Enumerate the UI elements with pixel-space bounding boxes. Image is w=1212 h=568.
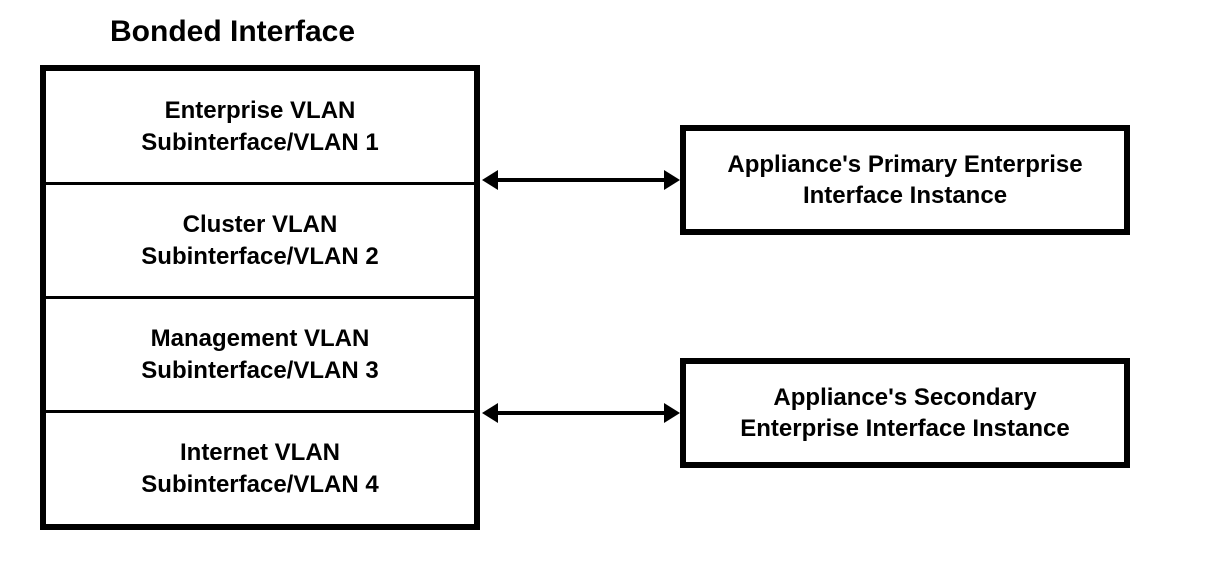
secondary-interface-box: Appliance's Secondary Enterprise Interfa… bbox=[680, 358, 1130, 468]
bonded-interface-container: Enterprise VLAN Subinterface/VLAN 1 Clus… bbox=[40, 65, 480, 530]
primary-line1: Appliance's Primary Enterprise bbox=[727, 149, 1082, 180]
primary-interface-box: Appliance's Primary Enterprise Interface… bbox=[680, 125, 1130, 235]
vlan-row-line1: Enterprise VLAN bbox=[165, 95, 356, 126]
secondary-line2: Enterprise Interface Instance bbox=[740, 413, 1069, 444]
diagram-title: Bonded Interface bbox=[110, 15, 355, 49]
arrow-secondary bbox=[496, 411, 666, 415]
vlan-row-line2: Subinterface/VLAN 1 bbox=[141, 127, 378, 158]
arrow-primary bbox=[496, 178, 666, 182]
vlan-row-internet: Internet VLAN Subinterface/VLAN 4 bbox=[46, 410, 474, 524]
vlan-row-line1: Management VLAN bbox=[151, 323, 370, 354]
vlan-row-management: Management VLAN Subinterface/VLAN 3 bbox=[46, 296, 474, 410]
vlan-row-line1: Internet VLAN bbox=[180, 437, 340, 468]
vlan-row-line2: Subinterface/VLAN 3 bbox=[141, 355, 378, 386]
secondary-line1: Appliance's Secondary bbox=[773, 382, 1036, 413]
vlan-row-line1: Cluster VLAN bbox=[183, 209, 338, 240]
vlan-row-cluster: Cluster VLAN Subinterface/VLAN 2 bbox=[46, 182, 474, 296]
vlan-row-enterprise: Enterprise VLAN Subinterface/VLAN 1 bbox=[46, 71, 474, 182]
primary-line2: Interface Instance bbox=[803, 180, 1007, 211]
vlan-row-line2: Subinterface/VLAN 4 bbox=[141, 469, 378, 500]
vlan-row-line2: Subinterface/VLAN 2 bbox=[141, 241, 378, 272]
